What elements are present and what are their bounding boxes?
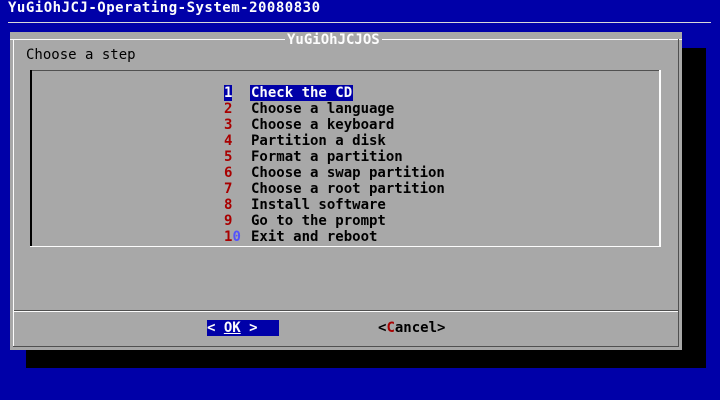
menu-box-right xyxy=(659,70,661,247)
menu-item-tag: 10 xyxy=(224,229,241,245)
menu-dialog: YuGiOhJCJOS Choose a step 1 Check the CD … xyxy=(10,32,682,350)
menu-box-top xyxy=(30,70,661,71)
menu-item-tag: 7 xyxy=(224,181,233,197)
menu-item-tag: 1 xyxy=(224,85,233,101)
menu-item-label: Choose a language xyxy=(251,101,395,117)
dialog-border-right xyxy=(678,39,679,347)
menu-item-tag: 4 xyxy=(224,133,233,149)
menu-item-label: Install software xyxy=(251,197,386,213)
menu-item-swap-partition[interactable]: 6 Choose a swap partition xyxy=(224,165,446,181)
menu-item-tag: 8 xyxy=(224,197,233,213)
menu-item-label: Format a partition xyxy=(251,149,403,165)
menu-box: 1 Check the CD 2 Choose a language 3 Choose… xyxy=(30,70,661,247)
menu-item-tag: 5 xyxy=(224,149,233,165)
menu-list: 1 Check the CD 2 Choose a language 3 Choose… xyxy=(224,85,446,245)
menu-item-partition-disk[interactable]: 4 Partition a disk xyxy=(224,133,446,149)
menu-item-root-partition[interactable]: 7 Choose a root partition xyxy=(224,181,446,197)
dialog-border-left xyxy=(13,39,14,347)
dialog-border-bottom xyxy=(13,346,679,347)
menu-item-tag: 6 xyxy=(224,165,233,181)
ok-button[interactable]: < OK > xyxy=(207,320,279,336)
backtitle: YuGiOhJCJ-Operating-System-20080830 xyxy=(8,0,321,16)
menu-item-format-partition[interactable]: 5 Format a partition xyxy=(224,149,446,165)
menu-item-label: Check the CD xyxy=(250,85,354,101)
menu-item-label: Partition a disk xyxy=(251,133,386,149)
menu-item-go-to-prompt[interactable]: 9 Go to the prompt xyxy=(224,213,446,229)
menu-item-exit-reboot[interactable]: 10 Exit and reboot xyxy=(224,229,446,245)
menu-item-tag: 9 xyxy=(224,213,233,229)
menu-item-label: Choose a keyboard xyxy=(251,117,395,133)
menu-item-install-software[interactable]: 8 Install software xyxy=(224,197,446,213)
menu-box-left xyxy=(30,70,32,247)
menu-item-label: Exit and reboot xyxy=(251,229,378,245)
menu-item-tag: 3 xyxy=(224,117,233,133)
cancel-button[interactable]: <Cancel> xyxy=(378,320,445,336)
menu-item-label: Go to the prompt xyxy=(251,213,386,229)
menu-box-bottom xyxy=(30,246,661,247)
button-separator xyxy=(14,311,678,312)
dialog-title: YuGiOhJCJOS xyxy=(285,32,382,48)
menu-item-label: Choose a swap partition xyxy=(251,165,445,181)
menu-item-tag: 2 xyxy=(224,101,233,117)
menu-item-choose-keyboard[interactable]: 3 Choose a keyboard xyxy=(224,117,446,133)
menu-item-label: Choose a root partition xyxy=(251,181,445,197)
dialog-prompt: Choose a step xyxy=(26,47,136,63)
backtitle-rule xyxy=(8,22,711,23)
menu-item-choose-language[interactable]: 2 Choose a language xyxy=(224,101,446,117)
menu-item-check-cd[interactable]: 1 Check the CD xyxy=(224,85,446,101)
